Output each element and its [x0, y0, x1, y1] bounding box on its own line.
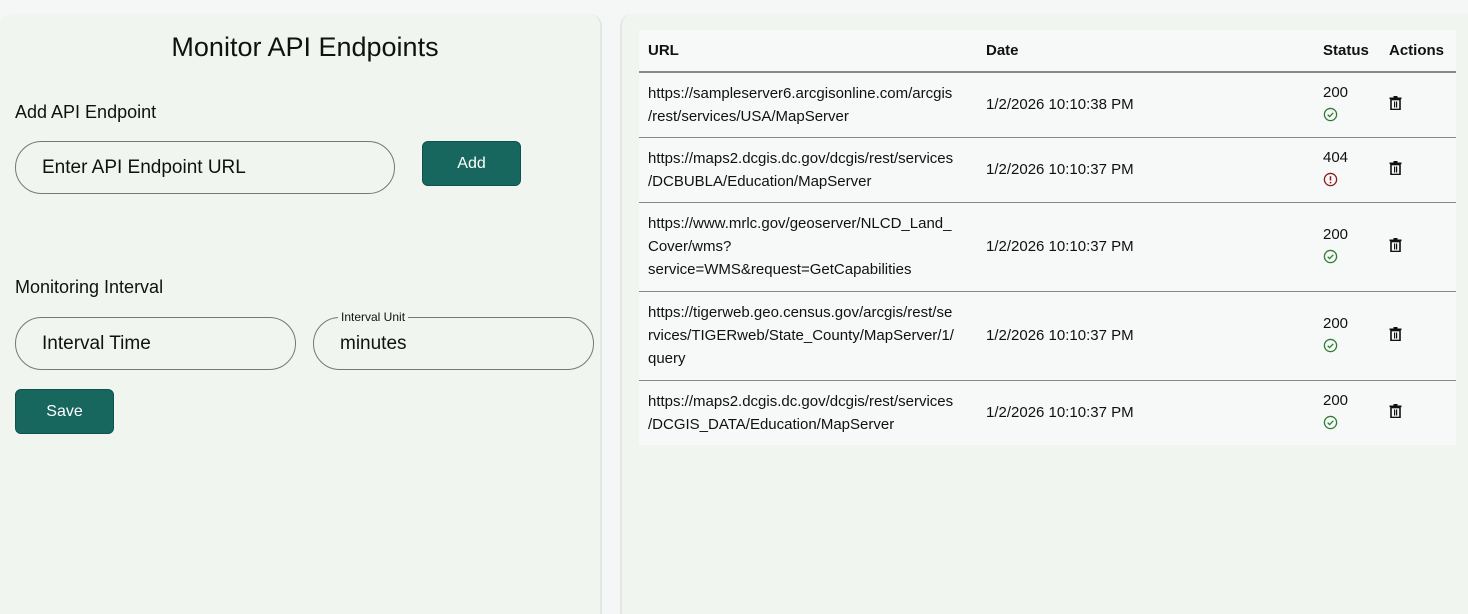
page-title: Monitor API Endpoints — [171, 32, 439, 62]
url-cell: https://maps2.dcgis.dc.gov/dcgis/rest/se… — [639, 380, 977, 445]
status-code: 200 — [1323, 391, 1349, 409]
url-cell: https://tigerweb.geo.census.gov/arcgis/r… — [639, 291, 977, 381]
status-code: 200 — [1323, 225, 1349, 243]
check-circle-icon — [1323, 414, 1338, 437]
url-line: query — [648, 350, 686, 367]
table-row: https://tigerweb.geo.census.gov/arcgis/r… — [639, 291, 1456, 381]
actions-cell — [1380, 72, 1456, 138]
save-button[interactable]: Save — [15, 389, 114, 434]
trash-icon[interactable] — [1389, 159, 1402, 182]
trash-icon[interactable] — [1389, 402, 1402, 425]
error-circle-icon — [1323, 171, 1338, 194]
status-cell: 200 — [1314, 202, 1380, 292]
url-cell: https://sampleserver6.arcgisonline.com/a… — [639, 72, 977, 138]
date-cell: 1/2/2026 10:10:38 PM — [977, 72, 1314, 138]
status-cell: 200 — [1314, 291, 1380, 381]
url-line: https://sampleserver6.arcgisonline.com/a… — [648, 84, 953, 102]
check-circle-icon — [1323, 337, 1338, 360]
check-circle-icon — [1323, 248, 1338, 271]
url-line: https://maps2.dcgis.dc.gov/dcgis/rest/se… — [648, 149, 954, 167]
url-line: rvices/TIGERweb/State_County/MapServer/1… — [648, 327, 954, 344]
actions-cell — [1380, 202, 1456, 292]
url-line: https://maps2.dcgis.dc.gov/dcgis/rest/se… — [648, 392, 954, 410]
date-cell: 1/2/2026 10:10:37 PM — [986, 404, 1134, 422]
interval-unit-label: Interval Unit — [338, 310, 409, 324]
header-url: URL — [639, 30, 977, 73]
status-cell: 404 — [1314, 137, 1380, 203]
add-button[interactable]: Add — [422, 141, 521, 186]
table-row: https://maps2.dcgis.dc.gov/dcgis/rest/se… — [639, 137, 1456, 203]
interval-time-input[interactable]: Interval Time — [15, 317, 296, 370]
url-cell: https://www.mrlc.gov/geoserver/NLCD_Land… — [639, 202, 977, 292]
url-line: https://www.mrlc.gov/geoserver/NLCD_Land… — [648, 215, 952, 232]
url-line: https://tigerweb.geo.census.gov/arcgis/r… — [648, 304, 953, 321]
status-code: 404 — [1323, 148, 1349, 166]
trash-icon[interactable] — [1389, 94, 1402, 117]
check-circle-icon — [1323, 106, 1338, 129]
trash-icon[interactable] — [1389, 325, 1402, 348]
url-line: Cover/wms? — [648, 238, 732, 255]
table-row: https://sampleserver6.arcgisonline.com/a… — [639, 72, 1456, 138]
interval-unit-select[interactable]: Interval Unit minutes — [313, 310, 594, 370]
interval-unit-value: minutes — [340, 332, 407, 354]
url-line: /rest/services/USA/MapServer — [648, 107, 849, 125]
date-cell: 1/2/2026 10:10:37 PM — [977, 291, 1314, 381]
url-line: /DCGIS_DATA/Education/MapServer — [648, 415, 895, 433]
status-cell: 200 — [1314, 72, 1380, 138]
date-cell: 1/2/2026 10:10:37 PM — [977, 202, 1314, 292]
url-line: service=WMS&request=GetCapabilities — [648, 261, 912, 278]
endpoint-url-input[interactable]: Enter API Endpoint URL — [15, 141, 395, 194]
table-row: https://www.mrlc.gov/geoserver/NLCD_Land… — [639, 202, 1456, 292]
header-status: Status — [1314, 30, 1380, 73]
url-line: /DCBUBLA/Education/MapServer — [648, 172, 872, 190]
actions-cell — [1380, 380, 1456, 445]
status-code: 200 — [1323, 83, 1349, 101]
actions-cell — [1380, 137, 1456, 203]
table-row: https://maps2.dcgis.dc.gov/dcgis/rest/se… — [639, 380, 1456, 445]
monitoring-interval-label: Monitoring Interval — [15, 277, 164, 297]
actions-cell — [1380, 291, 1456, 381]
date-cell: 1/2/2026 10:10:37 PM — [977, 137, 1314, 203]
status-cell: 200 — [1314, 380, 1380, 445]
url-cell: https://maps2.dcgis.dc.gov/dcgis/rest/se… — [639, 137, 977, 203]
endpoints-table: URL Date Status Actions https://samplese… — [639, 30, 1456, 445]
header-actions: Actions — [1380, 30, 1456, 73]
add-endpoint-label: Add API Endpoint — [15, 102, 157, 122]
status-code: 200 — [1323, 314, 1349, 332]
trash-icon[interactable] — [1389, 236, 1402, 259]
monitor-panel: Monitor API Endpoints Add API Endpoint E… — [0, 14, 602, 614]
header-date: Date — [977, 30, 1314, 73]
endpoints-panel: URL Date Status Actions https://samplese… — [620, 14, 1468, 614]
